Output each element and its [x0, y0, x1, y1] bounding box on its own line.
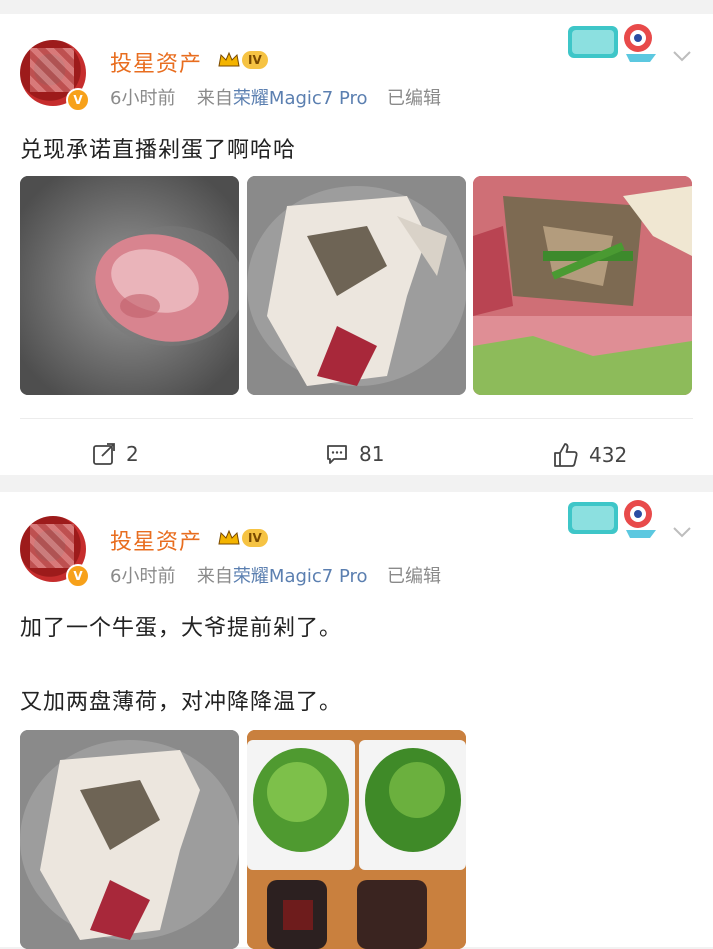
- post-meta: 6小时前 来自荣耀Magic7 Pro 已编辑: [110, 84, 441, 110]
- device-name[interactable]: 荣耀Magic7 Pro: [233, 566, 368, 587]
- post-image[interactable]: [20, 730, 239, 949]
- blurred-face: [30, 48, 74, 92]
- edited-label: 已编辑: [387, 566, 442, 587]
- author-name[interactable]: 投星资产: [110, 524, 202, 556]
- post-time: 6小时前: [110, 566, 176, 587]
- comment-count: 81: [359, 442, 385, 466]
- verified-badge-icon: V: [66, 88, 90, 112]
- comment-icon: [327, 445, 347, 464]
- holiday-sticker-icon: [568, 500, 656, 538]
- author-name[interactable]: 投星资产: [110, 46, 202, 78]
- post-card: V 投星资产 IV 6小时前 来自荣耀Magic7 Pro 已编辑 兑现承诺直播…: [0, 14, 713, 475]
- source-prefix: 来自: [196, 566, 233, 587]
- post-image[interactable]: [247, 730, 466, 949]
- holiday-sticker-icon: [568, 24, 656, 62]
- divider: [20, 418, 693, 419]
- post-card: V 投星资产 IV 6小时前 来自荣耀Magic7 Pro 已编辑 加了一个牛蛋…: [0, 492, 713, 949]
- like-icon: [554, 443, 578, 467]
- level-badge: IV: [242, 51, 268, 69]
- post-time: 6小时前: [110, 88, 176, 109]
- post-text-line: 加了一个牛蛋，大爷提前剁了。: [20, 616, 343, 641]
- blurred-face: [30, 524, 74, 568]
- crown-icon: [218, 529, 240, 545]
- chevron-down-icon[interactable]: [672, 526, 692, 538]
- like-button[interactable]: 432: [553, 442, 627, 468]
- post-text: 兑现承诺直播剁蛋了啊哈哈: [20, 138, 297, 163]
- source-prefix: 来自: [196, 88, 233, 109]
- like-count: 432: [589, 443, 628, 467]
- repost-count: 2: [126, 442, 139, 466]
- post-image[interactable]: [20, 176, 239, 395]
- post-image[interactable]: [473, 176, 692, 395]
- crown-icon: [218, 51, 240, 67]
- chevron-down-icon[interactable]: [672, 50, 692, 62]
- comment-button[interactable]: 81: [325, 442, 384, 466]
- verified-badge-icon: V: [66, 564, 90, 588]
- post-meta: 6小时前 来自荣耀Magic7 Pro 已编辑: [110, 562, 441, 588]
- level-badge: IV: [242, 529, 268, 547]
- post-text-line: 又加两盘薄荷，对冲降降温了。: [20, 690, 343, 715]
- repost-button[interactable]: 2: [92, 442, 139, 466]
- post-image[interactable]: [247, 176, 466, 395]
- device-name[interactable]: 荣耀Magic7 Pro: [233, 88, 368, 109]
- share-icon: [93, 443, 115, 465]
- edited-label: 已编辑: [387, 88, 442, 109]
